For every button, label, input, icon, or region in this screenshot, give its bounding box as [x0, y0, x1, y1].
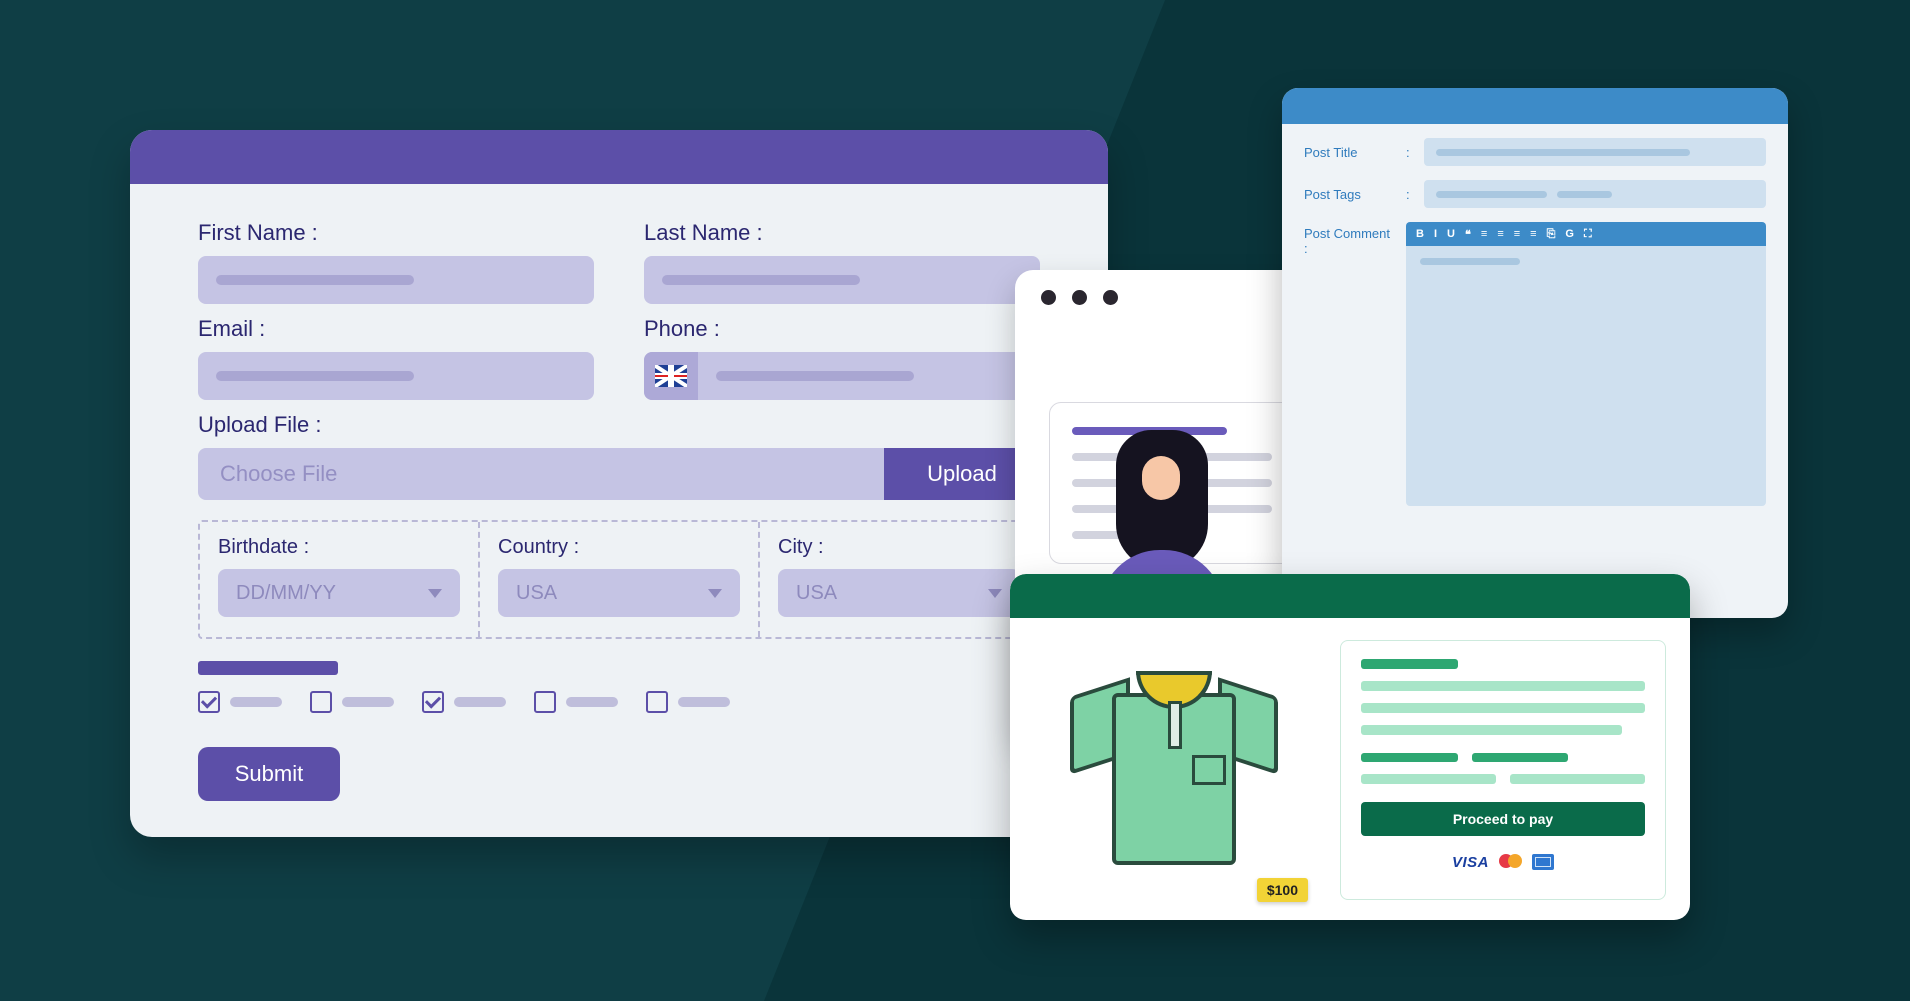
country-select[interactable]: USA [498, 569, 740, 617]
toolbar-button[interactable]: ⎘ [1547, 228, 1556, 241]
editor-toolbar: BIU ❝ ≡ ≡ ≡ ≡ ⎘ G ⛶ [1406, 222, 1766, 246]
toolbar-button[interactable]: G [1565, 228, 1574, 240]
submit-button[interactable]: Submit [198, 747, 340, 801]
uk-flag-icon [655, 365, 687, 387]
label-last-name: Last Name : [644, 220, 1040, 246]
label-post-title: Post Title [1304, 145, 1392, 160]
checkbox[interactable] [534, 691, 556, 713]
toolbar-button[interactable]: ⛶ [1584, 228, 1592, 241]
label-post-tags: Post Tags [1304, 187, 1392, 202]
label-city: City : [778, 536, 1020, 559]
birthdate-select[interactable]: DD/MM/YY [218, 569, 460, 617]
checkbox-group-title [198, 661, 338, 675]
placeholder-line [1472, 753, 1569, 762]
post-editor-window: Post Title : Post Tags : Post Comment : … [1282, 88, 1788, 618]
checkbox-label [678, 697, 730, 707]
shirt-icon [1074, 665, 1274, 875]
checkbox[interactable] [646, 691, 668, 713]
toolbar-button[interactable]: ≡ [1497, 228, 1503, 240]
window-dot-icon [1103, 290, 1118, 305]
form-window: First Name : Last Name : Email : Phone : [130, 130, 1108, 837]
post-titlebar [1282, 88, 1788, 124]
placeholder-line [1361, 703, 1645, 713]
payment-methods: VISA [1361, 854, 1645, 871]
form-titlebar [130, 130, 1108, 184]
checkbox-label [454, 697, 506, 707]
checkbox[interactable] [310, 691, 332, 713]
checkbox-label [230, 697, 282, 707]
checkout-panel: Proceed to pay VISA [1340, 640, 1666, 900]
country-value: USA [516, 582, 557, 605]
phone-input[interactable] [644, 352, 1040, 400]
placeholder-line [1361, 753, 1458, 762]
placeholder-line [1361, 725, 1622, 735]
post-title-input[interactable] [1424, 138, 1766, 166]
chevron-down-icon [708, 589, 722, 598]
product-image: $100 [1034, 640, 1314, 900]
checkout-title [1361, 659, 1458, 669]
checkbox[interactable] [198, 691, 220, 713]
window-dot-icon [1041, 290, 1056, 305]
label-first-name: First Name : [198, 220, 594, 246]
checkout-field[interactable] [1361, 774, 1496, 784]
label-upload: Upload File : [198, 412, 1040, 438]
checkbox-label [566, 697, 618, 707]
first-name-input[interactable] [198, 256, 594, 304]
placeholder-line [1361, 681, 1645, 691]
country-code-selector[interactable] [644, 352, 698, 400]
checkbox-group [198, 661, 1040, 713]
birthdate-value: DD/MM/YY [236, 582, 336, 605]
post-comment-editor[interactable] [1406, 246, 1766, 506]
checkout-field[interactable] [1510, 774, 1645, 784]
toolbar-button[interactable]: ≡ [1530, 228, 1536, 240]
chevron-down-icon [988, 589, 1002, 598]
label-birthdate: Birthdate : [218, 536, 460, 559]
label-post-comment: Post Comment : [1304, 222, 1392, 256]
toolbar-button[interactable]: ❝ [1465, 228, 1471, 241]
visa-icon: VISA [1452, 854, 1489, 871]
toolbar-button[interactable]: I [1434, 228, 1437, 240]
city-select[interactable]: USA [778, 569, 1020, 617]
toolbar-button[interactable]: ≡ [1481, 228, 1487, 240]
checkbox[interactable] [422, 691, 444, 713]
details-group: Birthdate : DD/MM/YY Country : USA City … [198, 520, 1040, 639]
proceed-to-pay-button[interactable]: Proceed to pay [1361, 802, 1645, 836]
chevron-down-icon [428, 589, 442, 598]
price-tag: $100 [1257, 878, 1308, 902]
label-country: Country : [498, 536, 740, 559]
post-tags-input[interactable] [1424, 180, 1766, 208]
toolbar-button[interactable]: ≡ [1514, 228, 1520, 240]
shop-window: $100 Proceed to pay VISA [1010, 574, 1690, 920]
city-value: USA [796, 582, 837, 605]
mastercard-icon [1499, 854, 1522, 871]
window-dot-icon [1072, 290, 1087, 305]
email-input[interactable] [198, 352, 594, 400]
toolbar-button[interactable]: U [1447, 228, 1455, 240]
file-input[interactable]: Choose File [198, 448, 884, 500]
label-email: Email : [198, 316, 594, 342]
toolbar-button[interactable]: B [1416, 228, 1424, 240]
shop-titlebar [1010, 574, 1690, 618]
amex-icon [1532, 854, 1554, 870]
checkbox-label [342, 697, 394, 707]
label-phone: Phone : [644, 316, 1040, 342]
last-name-input[interactable] [644, 256, 1040, 304]
